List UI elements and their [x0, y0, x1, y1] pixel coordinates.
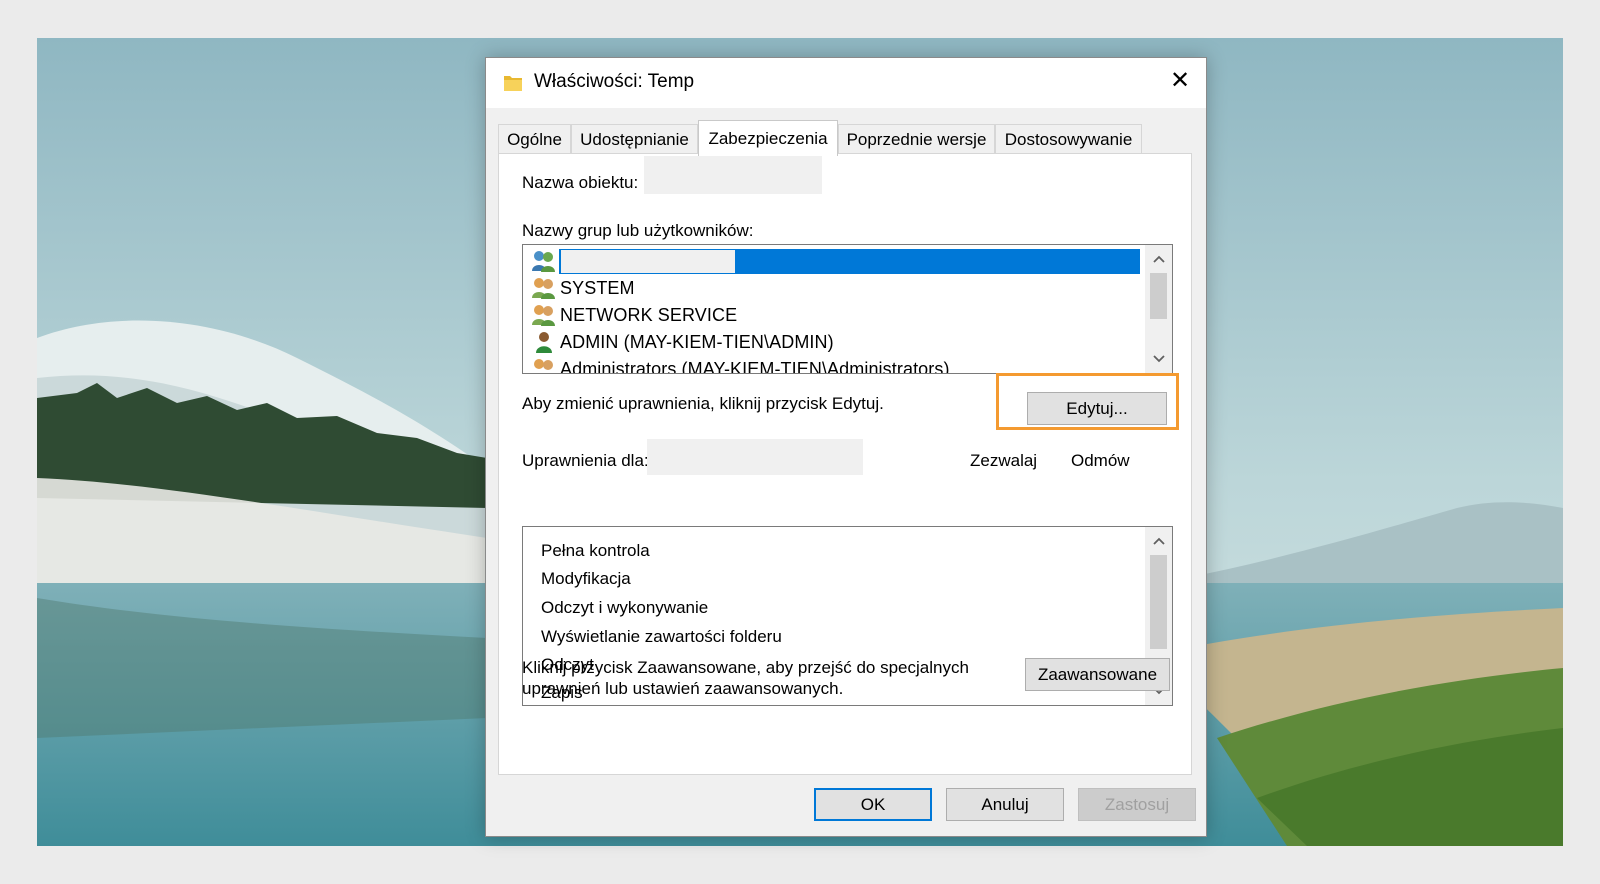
permissions-for-name-redacted [647, 439, 863, 475]
user-row[interactable]: SYSTEM [531, 275, 635, 301]
window-title: Właściwości: Temp [534, 71, 695, 92]
close-icon: ✕ [1169, 67, 1191, 94]
scroll-thumb[interactable] [1150, 555, 1167, 649]
tab-security[interactable]: Zabezpieczenia [698, 120, 838, 156]
ok-button[interactable]: OK [814, 788, 932, 821]
tab-sharing[interactable]: Udostępnianie [571, 124, 698, 154]
user-row[interactable] [531, 248, 560, 274]
permission-row: Odczyt i wykonywanie [541, 598, 709, 617]
users-scrollbar[interactable] [1145, 245, 1172, 373]
tab-customize[interactable]: Dostosowywanie [995, 124, 1142, 154]
permission-row: Wyświetlanie zawartości folderu [541, 627, 782, 646]
user-row[interactable]: Administrators (MAY-KIEM-TIEN\Administra… [531, 356, 950, 373]
scroll-down-icon[interactable] [1145, 347, 1172, 371]
edit-button-highlight [996, 373, 1179, 430]
user-row[interactable]: ADMIN (MAY-KIEM-TIEN\ADMIN) [531, 329, 834, 355]
security-tab-panel: Nazwa obiektu: Nazwy grup lub użytkownik… [498, 153, 1192, 775]
title-bar[interactable]: Właściwości: Temp ✕ [486, 58, 1206, 108]
object-name-value-redacted [644, 156, 822, 194]
tab-general[interactable]: Ogólne [498, 124, 571, 154]
group-users-icon [531, 357, 557, 373]
users-listbox[interactable]: SYSTEM NETWORK SERVICE ADMIN (MAY-KIEM-T… [522, 244, 1173, 374]
groups-users-label: Nazwy grup lub użytkowników: [522, 221, 754, 240]
user-icon [531, 330, 557, 354]
scroll-up-icon[interactable] [1145, 529, 1172, 553]
close-button[interactable]: ✕ [1154, 58, 1206, 104]
object-name-label: Nazwa obiektu: [522, 173, 639, 192]
permissions-for-label: Uprawnienia dla: [522, 451, 649, 470]
advanced-hint-line2: uprawnień lub ustawień zaawansowanych. [522, 679, 844, 698]
user-row[interactable]: NETWORK SERVICE [531, 302, 737, 328]
tab-previous-versions[interactable]: Poprzednie wersje [838, 124, 995, 154]
group-users-icon [531, 276, 557, 300]
advanced-button[interactable]: Zaawansowane [1025, 658, 1170, 691]
group-users-icon [531, 303, 557, 327]
group-users-icon [531, 249, 557, 273]
selected-user-name-redacted [561, 250, 735, 273]
scroll-up-icon[interactable] [1145, 247, 1172, 271]
properties-dialog: Właściwości: Temp ✕ Ogólne Udostępnianie… [485, 57, 1207, 837]
permission-row: Pełna kontrola [541, 541, 650, 560]
permission-row: Modyfikacja [541, 569, 631, 588]
cancel-button[interactable]: Anuluj [946, 788, 1064, 821]
deny-column-header: Odmów [1071, 451, 1130, 470]
apply-button[interactable]: Zastosuj [1078, 788, 1196, 821]
allow-column-header: Zezwalaj [970, 451, 1038, 470]
folder-icon [502, 72, 524, 94]
advanced-hint-line1: Kliknij przycisk Zaawansowane, aby przej… [522, 658, 969, 677]
edit-hint-text: Aby zmienić uprawnienia, kliknij przycis… [522, 394, 884, 413]
scroll-thumb[interactable] [1150, 273, 1167, 319]
